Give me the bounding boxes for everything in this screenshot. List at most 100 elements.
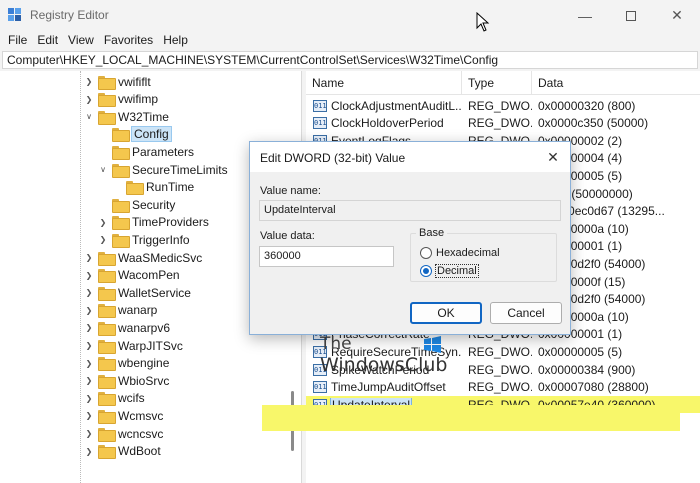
minimize-button[interactable]: —	[562, 0, 608, 31]
tree-item[interactable]: ❯ Wcmsvc	[84, 407, 163, 424]
column-header-name[interactable]: Name	[306, 71, 462, 95]
folder-icon	[126, 181, 144, 196]
tree-item-label: wanarp	[118, 303, 158, 318]
value-data-label: Value data:	[260, 230, 315, 242]
tree-item[interactable]: ❯ WdBoot	[84, 443, 161, 460]
value-name-field[interactable]: UpdateInterval	[259, 200, 561, 221]
ok-button[interactable]: OK	[410, 302, 482, 324]
folder-icon	[112, 145, 130, 160]
tree-item-label: vwififlt	[118, 74, 151, 89]
value-data-field[interactable]: 360000	[259, 246, 394, 267]
value-name-cell: 011 ClockAdjustmentAuditL...	[306, 99, 462, 113]
tree-item[interactable]: ❯ wcifs	[84, 390, 145, 407]
tree-item-label: WacomPen	[118, 268, 180, 283]
minimize-icon: —	[578, 7, 592, 24]
tree-item[interactable]: ❯ wanarpv6	[84, 319, 170, 336]
chevron-right-icon[interactable]: ❯	[84, 288, 94, 298]
close-icon: ✕	[547, 148, 559, 165]
tree-item-label: Security	[132, 197, 176, 212]
chevron-down-icon[interactable]: ∨	[84, 112, 94, 122]
tree-item[interactable]: Parameters	[98, 143, 194, 160]
value-row[interactable]: 011 ClockHoldoverPeriod REG_DWO... 0x0000c3…	[306, 115, 700, 132]
tree-item[interactable]: ❯ wanarp	[84, 302, 157, 319]
value-row[interactable]: 011 ClockAdjustmentAuditL... REG_DWO... 0x0…	[306, 97, 700, 114]
value-type-cell: REG_DWO...	[468, 362, 532, 377]
tree-item[interactable]: Config	[98, 126, 172, 143]
value-name-text: ClockHoldoverPeriod	[331, 116, 444, 131]
value-name-label: Value name:	[260, 185, 321, 197]
chevron-right-icon[interactable]: ❯	[84, 376, 94, 386]
chevron-right-icon[interactable]: ❯	[84, 393, 94, 403]
chevron-right-icon[interactable]: ❯	[84, 341, 94, 351]
folder-icon	[98, 251, 116, 266]
folder-icon	[98, 357, 116, 372]
chevron-right-icon[interactable]: ❯	[84, 446, 94, 456]
chevron-right-icon[interactable]: ❯	[98, 235, 108, 245]
chevron-right-icon[interactable]: ❯	[84, 253, 94, 263]
chevron-right-icon[interactable]: ❯	[84, 270, 94, 280]
tree-item[interactable]: ❯ TriggerInfo	[98, 231, 190, 248]
chevron-right-icon[interactable]: ❯	[84, 77, 94, 87]
chevron-right-icon[interactable]: ❯	[84, 358, 94, 368]
tree-item[interactable]: ∨ SecureTimeLimits	[98, 161, 228, 178]
tree-item[interactable]: ❯ TimeProviders	[98, 214, 209, 231]
tree-guide-line	[80, 71, 81, 483]
tree-item-label: wcncsvc	[118, 426, 164, 441]
dialog-close-button[interactable]: ✕	[544, 148, 562, 166]
folder-icon	[98, 339, 116, 354]
chevron-right-icon[interactable]: ❯	[84, 323, 94, 333]
tree-item[interactable]: ❯ vwifimp	[84, 91, 158, 108]
tree-item[interactable]: ❯ vwififlt	[84, 73, 151, 90]
dword-value-icon: 011	[313, 99, 327, 112]
menu-view[interactable]: View	[63, 31, 99, 50]
column-header-type[interactable]: Type	[462, 71, 532, 95]
menu-help[interactable]: Help	[158, 31, 193, 50]
menu-bar: File Edit View Favorites Help	[0, 31, 700, 50]
tree-item[interactable]: ❯ WalletService	[84, 284, 191, 301]
menu-file[interactable]: File	[3, 31, 32, 50]
tree-item-label: Wcmsvc	[118, 408, 164, 423]
registry-editor-icon	[8, 8, 21, 21]
value-data-cell: 0x0000c350 (50000)	[538, 116, 649, 131]
hexadecimal-radio-button[interactable]	[420, 247, 432, 259]
decimal-radio-button[interactable]	[420, 265, 432, 277]
tree-item[interactable]: RunTime	[112, 179, 194, 196]
tree-item[interactable]: ❯ WacomPen	[84, 267, 180, 284]
maximize-button[interactable]	[608, 0, 654, 31]
tree-item[interactable]: ❯ WarpJITSvc	[84, 337, 183, 354]
menu-favorites[interactable]: Favorites	[99, 31, 158, 50]
expander-placeholder	[98, 129, 108, 139]
chevron-right-icon[interactable]: ❯	[84, 305, 94, 315]
folder-icon	[98, 269, 116, 284]
value-name-text: ClockAdjustmentAuditL...	[331, 98, 462, 113]
tree-item[interactable]: ❯ WaaSMedicSvc	[84, 249, 202, 266]
address-bar[interactable]: Computer\HKEY_LOCAL_MACHINE\SYSTEM\Curre…	[2, 51, 698, 69]
hexadecimal-radio[interactable]: Hexadecimal	[420, 247, 500, 259]
chevron-down-icon[interactable]: ∨	[98, 165, 108, 175]
tree-item-label: WalletService	[118, 285, 191, 300]
windows-logo-icon	[424, 336, 441, 353]
tree-item-label: TimeProviders	[132, 215, 209, 230]
title-bar: Registry Editor — ✕	[0, 0, 700, 32]
folder-icon	[98, 374, 116, 389]
chevron-right-icon[interactable]: ❯	[84, 411, 94, 421]
tree-item[interactable]: Security	[98, 196, 175, 213]
value-type-cell: REG_DWO...	[468, 344, 532, 359]
menu-edit[interactable]: Edit	[32, 31, 63, 50]
tree-item[interactable]: ❯ wbengine	[84, 355, 169, 372]
close-button[interactable]: ✕	[654, 0, 700, 31]
watermark-line1: The	[320, 334, 352, 354]
value-data-cell: 0x00007080 (28800)	[538, 380, 649, 395]
decimal-radio[interactable]: Decimal	[420, 264, 479, 278]
tree-item[interactable]: ❯ WbioSrvc	[84, 372, 169, 389]
chevron-right-icon[interactable]: ❯	[98, 217, 108, 227]
tree-item-label: Config	[131, 126, 172, 143]
cancel-button[interactable]: Cancel	[490, 302, 562, 324]
chevron-right-icon[interactable]: ❯	[84, 429, 94, 439]
chevron-right-icon[interactable]: ❯	[84, 94, 94, 104]
tree-item[interactable]: ❯ wcncsvc	[84, 425, 163, 442]
tree-item[interactable]: ∨ W32Time	[84, 108, 169, 125]
dialog-title: Edit DWORD (32-bit) Value	[260, 151, 406, 165]
folder-icon	[98, 409, 116, 424]
column-header-data[interactable]: Data	[532, 71, 700, 95]
